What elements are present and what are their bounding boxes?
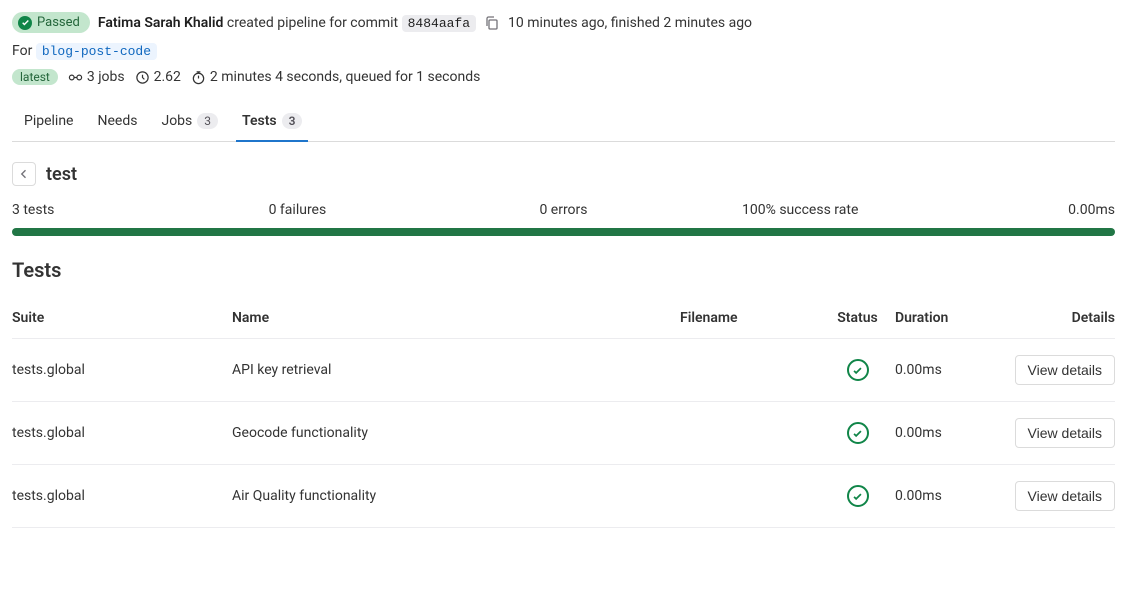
timer-icon [191,70,206,85]
jobs-count: 3 jobs [68,69,125,85]
check-circle-icon [18,16,32,30]
tab-needs[interactable]: Needs [98,103,138,141]
for-row: For blog-post-code [12,43,1115,59]
timing-text: 10 minutes ago, finished 2 minutes ago [508,15,752,31]
cell-duration: 0.00ms [895,488,1005,504]
tests-table: Suite Name Filename Status Duration Deta… [12,298,1115,528]
coverage-icon [135,70,150,85]
cell-suite: tests.global [12,425,232,441]
view-details-button[interactable]: View details [1015,418,1115,448]
cell-suite: tests.global [12,488,232,504]
pipeline-header: Passed Fatima Sarah Khalid created pipel… [12,12,1115,33]
suite-title: test [46,164,77,185]
cell-status [820,422,895,444]
stat-tests: 3 tests [12,202,209,218]
cell-details: View details [1005,355,1115,385]
commit-sha[interactable]: 8484aafa [402,15,476,32]
col-header-details: Details [1005,310,1115,326]
for-label: For [12,43,32,59]
back-button[interactable] [12,162,36,186]
progress-bar [12,228,1115,236]
cell-name: Air Quality functionality [232,488,680,504]
cell-name: Geocode functionality [232,425,680,441]
success-icon [847,422,869,444]
tab-tests-count: 3 [282,113,303,129]
author-name[interactable]: Fatima Sarah Khalid [98,15,224,31]
success-icon [847,359,869,381]
stats-row: 3 tests 0 failures 0 errors 100% success… [12,202,1115,218]
stat-time: 0.00ms [918,202,1115,218]
meta-row: latest 3 jobs 2.62 2 minutes 4 seconds, … [12,69,1115,85]
cell-status [820,359,895,381]
col-header-filename: Filename [680,310,820,326]
coverage-metric: 2.62 [135,69,181,85]
tests-heading: Tests [12,258,1115,282]
suite-header: test [12,162,1115,186]
table-header: Suite Name Filename Status Duration Deta… [12,298,1115,339]
table-row: tests.global API key retrieval 0.00ms Vi… [12,339,1115,402]
status-badge: Passed [12,12,90,33]
branch-name[interactable]: blog-post-code [36,43,157,60]
cell-suite: tests.global [12,362,232,378]
cell-details: View details [1005,481,1115,511]
pipeline-description: Fatima Sarah Khalid created pipeline for… [98,15,476,31]
success-icon [847,485,869,507]
view-details-button[interactable]: View details [1015,355,1115,385]
col-header-duration: Duration [895,310,1005,326]
table-row: tests.global Geocode functionality 0.00m… [12,402,1115,465]
action-text: created pipeline for commit [227,15,398,31]
chevron-left-icon [18,168,30,180]
tab-tests[interactable]: Tests 3 [242,103,302,141]
cell-details: View details [1005,418,1115,448]
col-header-status: Status [820,310,895,326]
duration-metric: 2 minutes 4 seconds, queued for 1 second… [191,69,480,85]
stat-success: 100% success rate [662,202,919,218]
latest-badge: latest [12,69,58,85]
cell-duration: 0.00ms [895,362,1005,378]
jobs-icon [68,70,83,85]
tabs: Pipeline Needs Jobs 3 Tests 3 [12,103,1115,142]
tab-jobs[interactable]: Jobs 3 [161,103,218,141]
cell-duration: 0.00ms [895,425,1005,441]
status-text: Passed [37,15,80,30]
tab-pipeline[interactable]: Pipeline [24,103,74,141]
stat-errors: 0 errors [465,202,662,218]
copy-icon[interactable] [484,15,500,31]
view-details-button[interactable]: View details [1015,481,1115,511]
tab-jobs-count: 3 [197,113,218,129]
col-header-suite: Suite [12,310,232,326]
table-row: tests.global Air Quality functionality 0… [12,465,1115,528]
stat-failures: 0 failures [209,202,466,218]
col-header-name: Name [232,310,680,326]
cell-name: API key retrieval [232,362,680,378]
cell-status [820,485,895,507]
